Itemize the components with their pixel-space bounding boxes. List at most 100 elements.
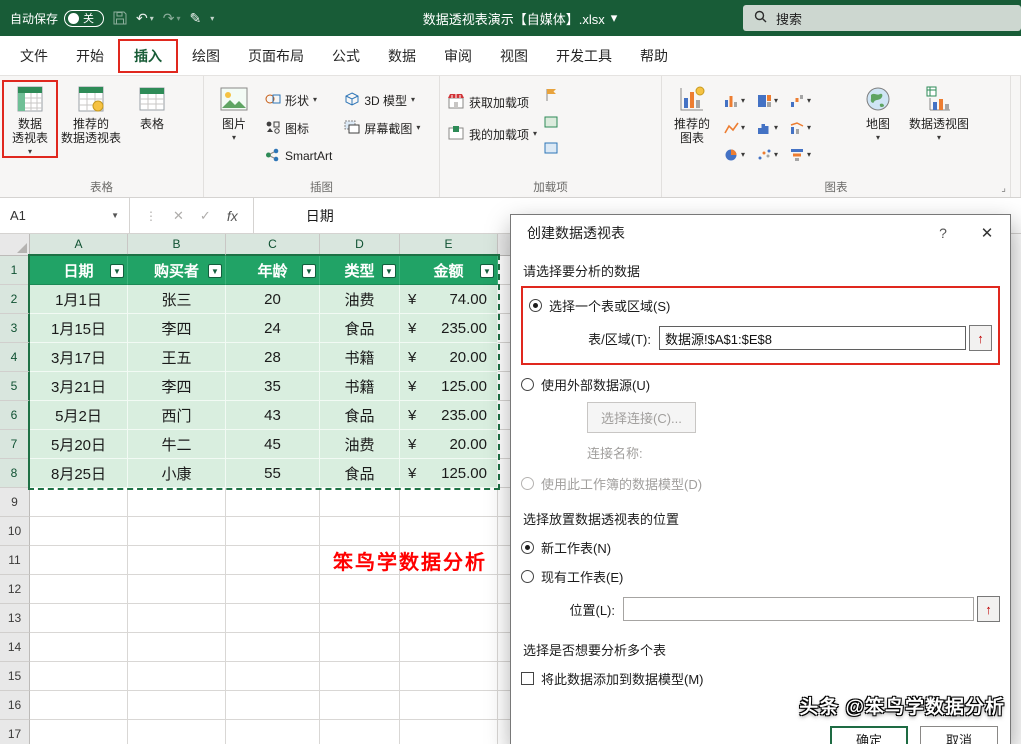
save-icon[interactable] (113, 11, 127, 25)
quick-access-dropdown[interactable]: ▾ (210, 14, 214, 23)
cell-A12[interactable] (30, 575, 128, 604)
cell-C11[interactable] (226, 546, 320, 575)
cell-A11[interactable] (30, 546, 128, 575)
cell-E12[interactable] (400, 575, 498, 604)
pivotchart-button[interactable]: 数据透视图 ▾ (906, 82, 972, 142)
pen-mode-button[interactable]: ✎ (190, 10, 202, 27)
pictures-button[interactable]: 图片 ▾ (208, 82, 260, 142)
name-box-dropdown-icon[interactable]: ▼ (111, 211, 119, 220)
cell-A14[interactable] (30, 633, 128, 662)
cell-D5[interactable]: 书籍 (320, 372, 400, 401)
radio-icon[interactable] (521, 378, 534, 391)
cell-B2[interactable]: 张三 (128, 285, 226, 314)
3d-models-button[interactable]: 3D 模型 ▾ (341, 88, 423, 112)
radio-selected-icon[interactable] (521, 541, 534, 554)
radio-selected-icon[interactable] (529, 299, 542, 312)
filter-button[interactable]: ▼ (382, 264, 396, 278)
cell-E10[interactable] (400, 517, 498, 546)
radio-data-model[interactable]: 使用此工作簿的数据模型(D) (521, 474, 1000, 493)
recommended-charts-button[interactable]: 推荐的 图表 (666, 82, 718, 145)
shapes-button[interactable]: 形状 ▾ (262, 88, 335, 112)
tab-file[interactable]: 文件 (6, 36, 62, 75)
radio-external-source[interactable]: 使用外部数据源(U) (521, 375, 1000, 394)
my-addins-button[interactable]: 我的加载项 ▾ (444, 122, 540, 146)
tab-draw[interactable]: 绘图 (178, 36, 234, 75)
cell-C8[interactable]: 55 (226, 459, 320, 488)
cell-A17[interactable] (30, 720, 128, 744)
checkbox-icon[interactable] (521, 672, 534, 685)
filter-button[interactable]: ▼ (480, 264, 494, 278)
cell-C2[interactable]: 20 (226, 285, 320, 314)
cell-C17[interactable] (226, 720, 320, 744)
autosave-toggle[interactable]: 自动保存 关 (10, 9, 105, 27)
row-header-9[interactable]: 9 (0, 488, 30, 517)
cell-B6[interactable]: 西门 (128, 401, 226, 430)
recommended-pivottables-button[interactable]: 推荐的 数据透视表 (58, 82, 124, 145)
row-header-4[interactable]: 4 (0, 343, 30, 372)
cell-E3[interactable]: ¥235.00 (400, 314, 498, 343)
tab-formulas[interactable]: 公式 (318, 36, 374, 75)
autosave-switch[interactable]: 关 (64, 9, 105, 27)
cell-B4[interactable]: 王五 (128, 343, 226, 372)
cell-B8[interactable]: 小康 (128, 459, 226, 488)
cell-D3[interactable]: 食品 (320, 314, 400, 343)
cell-C3[interactable]: 24 (226, 314, 320, 343)
pie-chart-button[interactable]: ▾ (724, 142, 756, 168)
close-icon[interactable]: ✕ (964, 215, 1010, 251)
cell-A8[interactable]: 8月25日 (30, 459, 128, 488)
row-header-6[interactable]: 6 (0, 401, 30, 430)
maps-button[interactable]: 地图 ▾ (852, 82, 904, 142)
tab-home[interactable]: 开始 (62, 36, 118, 75)
cell-C15[interactable] (226, 662, 320, 691)
row-header-12[interactable]: 12 (0, 575, 30, 604)
cell-D8[interactable]: 食品 (320, 459, 400, 488)
filter-button[interactable]: ▼ (110, 264, 124, 278)
cell-B12[interactable] (128, 575, 226, 604)
cell-A13[interactable] (30, 604, 128, 633)
screenshot-button[interactable]: 屏幕截图 ▾ (341, 116, 423, 140)
cell-E6[interactable]: ¥235.00 (400, 401, 498, 430)
dialog-launcher-icon[interactable]: ⌟ (1001, 183, 1006, 194)
cell-A2[interactable]: 1月1日 (30, 285, 128, 314)
cell-E13[interactable] (400, 604, 498, 633)
row-header-14[interactable]: 14 (0, 633, 30, 662)
line-chart-button[interactable]: ▾ (724, 115, 756, 141)
row-header-2[interactable]: 2 (0, 285, 30, 314)
cell-C9[interactable] (226, 488, 320, 517)
range-picker-button[interactable]: ↑ (969, 325, 992, 351)
cell-B3[interactable]: 李四 (128, 314, 226, 343)
row-header-5[interactable]: 5 (0, 372, 30, 401)
insert-function-icon[interactable]: fx (227, 208, 238, 224)
cell-D2[interactable]: 油费 (320, 285, 400, 314)
tab-view[interactable]: 视图 (486, 36, 542, 75)
cell-E17[interactable] (400, 720, 498, 744)
cell-B14[interactable] (128, 633, 226, 662)
cell-E16[interactable] (400, 691, 498, 720)
cell-D9[interactable] (320, 488, 400, 517)
column-chart-button[interactable]: ▾ (724, 88, 756, 114)
radio-existing-worksheet[interactable]: 现有工作表(E) (521, 567, 1000, 586)
smartart-button[interactable]: SmartArt (262, 144, 335, 168)
cell-B13[interactable] (128, 604, 226, 633)
cell-D6[interactable]: 食品 (320, 401, 400, 430)
hierarchy-chart-button[interactable]: ▾ (757, 88, 789, 114)
cell-D15[interactable] (320, 662, 400, 691)
range-input[interactable] (659, 326, 966, 350)
flag-icon[interactable] (544, 88, 558, 107)
cell-A9[interactable] (30, 488, 128, 517)
table-button[interactable]: 表格 (126, 82, 178, 131)
cell-A5[interactable]: 3月21日 (30, 372, 128, 401)
cell-C13[interactable] (226, 604, 320, 633)
row-header-8[interactable]: 8 (0, 459, 30, 488)
column-header-E[interactable]: E (400, 234, 498, 256)
name-box[interactable]: A1 ▼ (0, 198, 130, 233)
row-header-15[interactable]: 15 (0, 662, 30, 691)
tab-review[interactable]: 审阅 (430, 36, 486, 75)
cell-E7[interactable]: ¥20.00 (400, 430, 498, 459)
addin-small-icon[interactable] (544, 115, 558, 133)
cell-D1[interactable]: 类型 ▼ (320, 256, 400, 285)
row-header-7[interactable]: 7 (0, 430, 30, 459)
column-header-B[interactable]: B (128, 234, 226, 256)
cell-B11[interactable] (128, 546, 226, 575)
search-box[interactable]: 搜索 (743, 5, 1021, 31)
